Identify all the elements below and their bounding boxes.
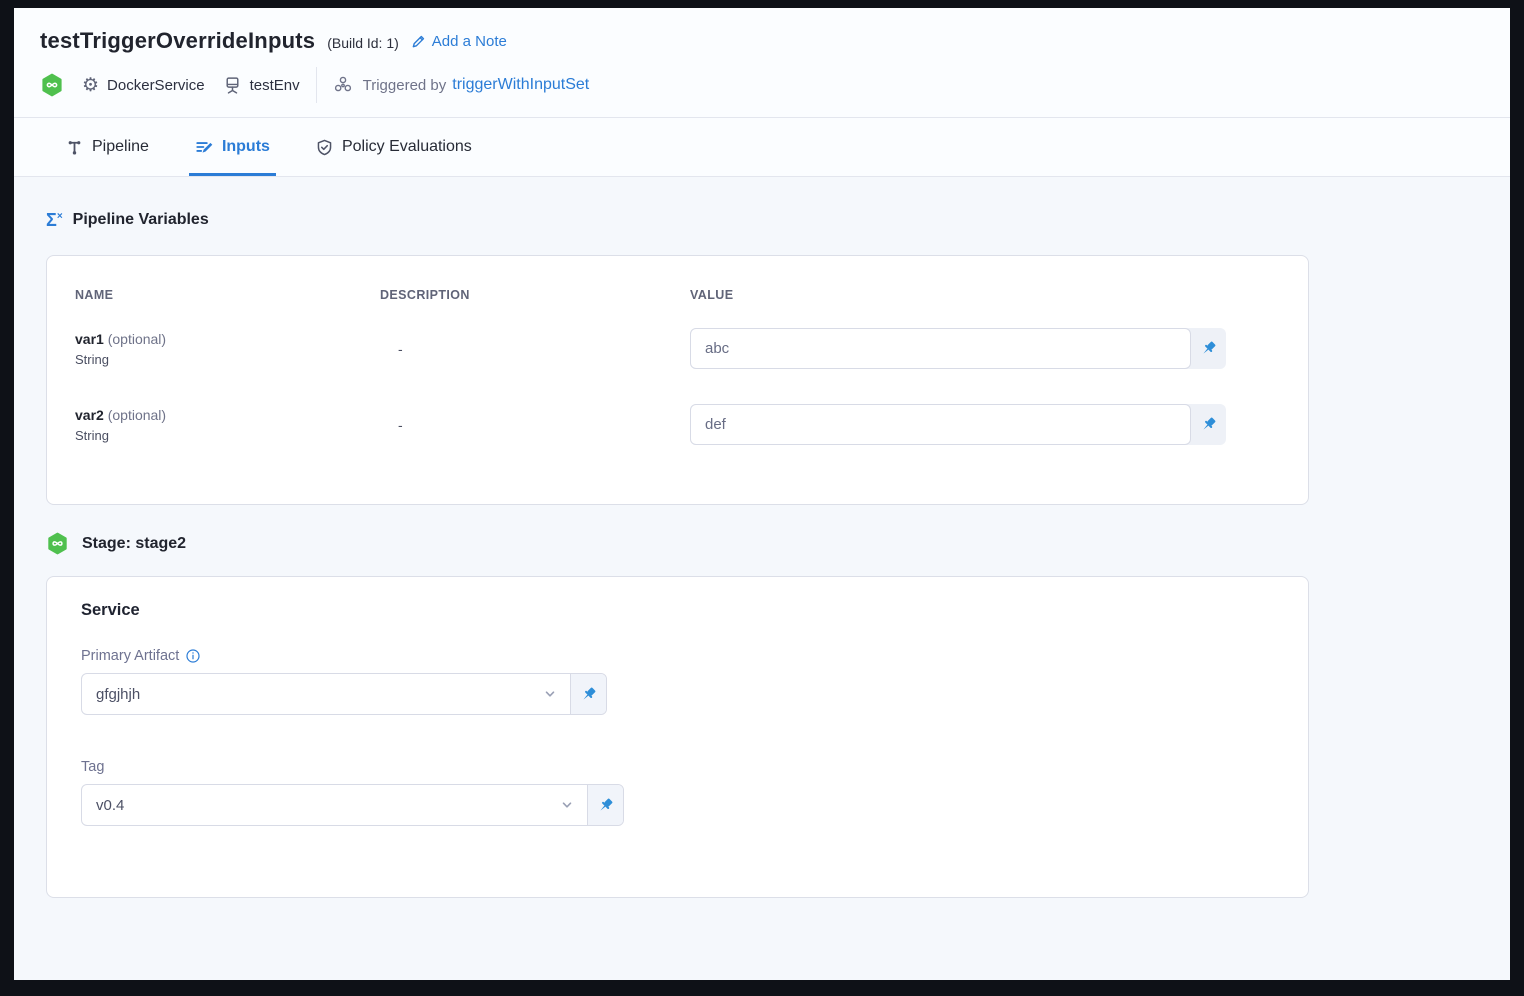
build-id: (Build Id: 1) (327, 35, 399, 51)
triggered-by-label: Triggered by (363, 77, 447, 94)
meta-row: ⚙ DockerService testEnv (40, 67, 1484, 103)
chevron-down-icon (543, 674, 570, 714)
variable-value-input[interactable] (690, 404, 1191, 445)
pipeline-variables-header: Σ× Pipeline Variables (46, 211, 1510, 229)
trigger-icon (333, 75, 353, 95)
pin-icon (580, 686, 597, 703)
tab-policy-evaluations[interactable]: Policy Evaluations (310, 118, 478, 176)
pipeline-variables-title: Pipeline Variables (73, 211, 209, 229)
tab-bar: Pipeline Inputs Policy Evaluations (14, 118, 1510, 177)
tag-value: v0.4 (82, 785, 560, 825)
variable-type: String (75, 352, 380, 367)
variable-description: - (380, 341, 690, 357)
environment-icon (223, 76, 242, 95)
tag-label: Tag (81, 759, 1274, 775)
variable-description: - (380, 417, 690, 433)
variable-value-control (690, 328, 1226, 369)
stage-icon (46, 532, 69, 555)
variable-name: var2 (75, 407, 104, 423)
pipeline-variables-card: NAME DESCRIPTION VALUE var1 (optional) S… (46, 255, 1309, 505)
environment-name: testEnv (250, 77, 300, 94)
variable-value-control (690, 404, 1226, 445)
pin-icon (1200, 340, 1217, 357)
inputs-tab-content: Σ× Pipeline Variables NAME DESCRIPTION V… (14, 177, 1510, 980)
table-row: var1 (optional) String - (75, 328, 1308, 369)
primary-artifact-label: Primary Artifact (81, 648, 1274, 664)
service-name: DockerService (107, 77, 205, 94)
pin-icon (597, 797, 614, 814)
tag-label-text: Tag (81, 759, 104, 775)
pin-button[interactable] (587, 785, 623, 825)
column-name: NAME (75, 288, 380, 302)
pencil-icon (411, 34, 426, 49)
tab-pipeline[interactable]: Pipeline (60, 118, 155, 176)
service-card: Service Primary Artifact gfgjhjh (46, 576, 1309, 898)
primary-artifact-label-text: Primary Artifact (81, 648, 179, 664)
app-window: testTriggerOverrideInputs (Build Id: 1) … (14, 8, 1510, 980)
variable-optional: (optional) (108, 331, 166, 347)
variable-name-cell: var2 (optional) String (75, 407, 380, 443)
variable-optional: (optional) (108, 407, 166, 423)
info-icon[interactable] (186, 649, 200, 663)
tab-pipeline-label: Pipeline (92, 138, 149, 156)
pipeline-icon (66, 139, 83, 156)
variable-name: var1 (75, 331, 104, 347)
stage-title: Stage: stage2 (82, 535, 186, 553)
pin-button[interactable] (570, 674, 606, 714)
header: testTriggerOverrideInputs (Build Id: 1) … (14, 8, 1510, 118)
add-note-label: Add a Note (432, 33, 507, 50)
primary-artifact-select[interactable]: gfgjhjh (81, 673, 607, 715)
tag-select[interactable]: v0.4 (81, 784, 624, 826)
gear-icon: ⚙ (82, 76, 99, 95)
chevron-down-icon (560, 785, 587, 825)
variable-name-cell: var1 (optional) String (75, 331, 380, 367)
trigger-link[interactable]: triggerWithInputSet (452, 76, 589, 94)
page-title: testTriggerOverrideInputs (40, 28, 315, 54)
cd-stage-icon (40, 73, 64, 97)
pin-button[interactable] (1191, 404, 1226, 445)
shield-check-icon (316, 139, 333, 156)
primary-artifact-value: gfgjhjh (82, 674, 543, 714)
table-row: var2 (optional) String - (75, 404, 1308, 445)
add-note-link[interactable]: Add a Note (411, 33, 507, 50)
divider-vertical (316, 67, 317, 103)
pin-button[interactable] (1191, 328, 1226, 369)
variable-type: String (75, 428, 380, 443)
service-section-title: Service (81, 601, 1274, 620)
pin-icon (1200, 416, 1217, 433)
title-row: testTriggerOverrideInputs (Build Id: 1) … (40, 28, 1484, 54)
tab-inputs[interactable]: Inputs (189, 118, 276, 176)
stage-header: Stage: stage2 (46, 532, 1510, 555)
tab-policy-evaluations-label: Policy Evaluations (342, 138, 472, 156)
tab-inputs-label: Inputs (222, 138, 270, 156)
column-description: DESCRIPTION (380, 288, 690, 302)
variables-table-header: NAME DESCRIPTION VALUE (75, 288, 1308, 302)
inputs-icon (195, 138, 213, 156)
column-value: VALUE (690, 288, 1308, 302)
pipeline-variables-icon: Σ× (46, 211, 63, 229)
variable-value-input[interactable] (690, 328, 1191, 369)
